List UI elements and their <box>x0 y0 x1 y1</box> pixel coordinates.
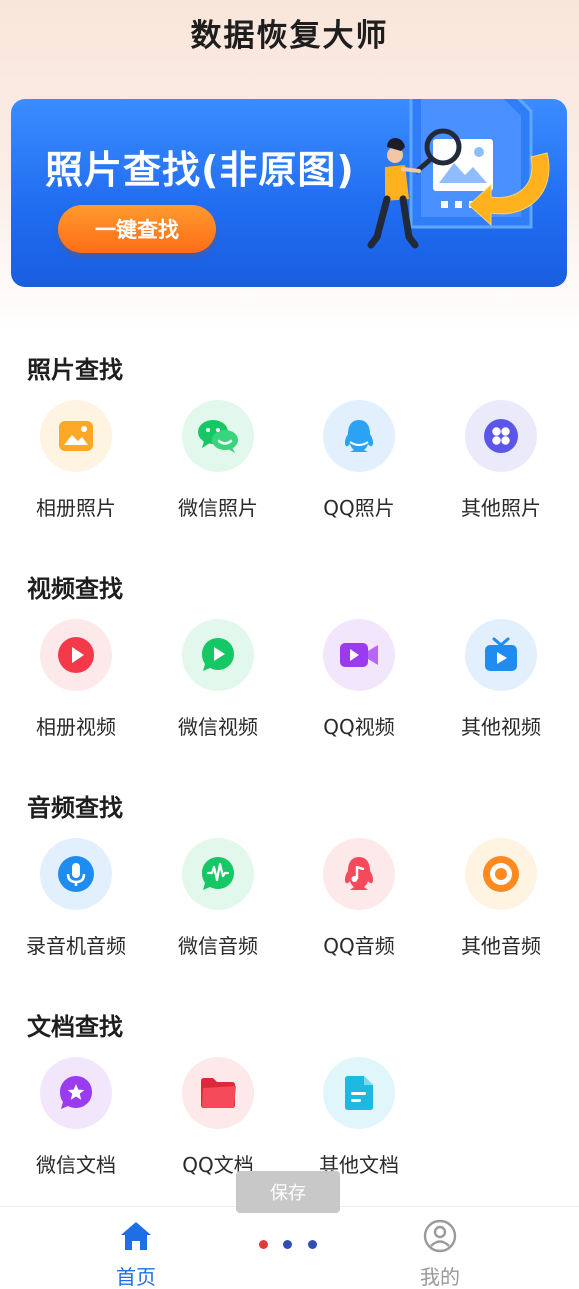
qq-video-label: QQ视频 <box>323 715 395 739</box>
nav-home-label: 首页 <box>116 1265 156 1289</box>
microphone-icon <box>40 838 112 910</box>
section-title-audio: 音频查找 <box>27 794 123 822</box>
video-camera-icon <box>323 619 395 691</box>
promo-banner[interactable]: 照片查找(非原图) 一键查找 <box>11 99 567 287</box>
wechat-video-tile[interactable]: 微信视频 <box>147 619 289 740</box>
wechat-audio-label: 微信音频 <box>178 934 258 958</box>
loading-dots <box>259 1240 323 1250</box>
other-doc-tile[interactable]: 其他文档 <box>288 1057 430 1178</box>
save-toast[interactable]: 保存 <box>236 1171 340 1213</box>
play-icon <box>40 619 112 691</box>
other-photo-label: 其他照片 <box>461 496 541 520</box>
loading-dot <box>308 1240 317 1249</box>
wechat-doc-label: 微信文档 <box>36 1153 116 1177</box>
wechat-video-label: 微信视频 <box>178 715 258 739</box>
qq-photo-label: QQ照片 <box>323 496 395 520</box>
star-chat-icon <box>40 1057 112 1129</box>
disc-icon <box>465 838 537 910</box>
album-photo-tile[interactable]: 相册照片 <box>5 400 147 521</box>
app-screen: 数据恢复大师 照片查找(非原图) 一键查找 照片查找 相册照片 微信照片 QQ照… <box>0 0 579 1289</box>
user-profile-icon <box>423 1219 457 1253</box>
qq-video-tile[interactable]: QQ视频 <box>288 619 430 740</box>
nav-home[interactable]: 首页 <box>76 1219 196 1289</box>
loading-dot <box>259 1240 268 1249</box>
qq-doc-tile[interactable]: QQ文档 <box>147 1057 289 1178</box>
one-click-search-button[interactable]: 一键查找 <box>58 205 216 253</box>
other-video-label: 其他视频 <box>461 715 541 739</box>
wechat-audio-tile[interactable]: 微信音频 <box>147 838 289 959</box>
album-photo-label: 相册照片 <box>36 496 116 520</box>
section-title-photos: 照片查找 <box>27 356 123 384</box>
other-audio-label: 其他音频 <box>461 934 541 958</box>
document-icon <box>323 1057 395 1129</box>
wechat-icon <box>182 400 254 472</box>
wechat-photo-label: 微信照片 <box>178 496 258 520</box>
loading-dot <box>283 1240 292 1249</box>
folder-icon <box>182 1057 254 1129</box>
other-photo-tile[interactable]: 其他照片 <box>430 400 572 521</box>
section-title-documents: 文档查找 <box>27 1013 123 1041</box>
home-icon <box>121 1222 151 1250</box>
phone-search-illustration <box>367 99 550 249</box>
grid-flower-icon <box>465 400 537 472</box>
qq-penguin-icon <box>323 400 395 472</box>
app-title: 数据恢复大师 <box>190 18 389 54</box>
wechat-video-icon <box>182 619 254 691</box>
album-video-tile[interactable]: 相册视频 <box>5 619 147 740</box>
section-title-videos: 视频查找 <box>27 575 123 603</box>
album-photo-icon <box>40 400 112 472</box>
recorder-audio-tile[interactable]: 录音机音频 <box>5 838 147 959</box>
bottom-nav: 首页 我的 <box>0 1206 579 1289</box>
nav-mine-label: 我的 <box>420 1265 460 1289</box>
qq-audio-tile[interactable]: QQ音频 <box>288 838 430 959</box>
other-audio-tile[interactable]: 其他音频 <box>430 838 572 959</box>
wechat-doc-tile[interactable]: 微信文档 <box>5 1057 147 1178</box>
nav-mine[interactable]: 我的 <box>380 1219 500 1289</box>
album-video-label: 相册视频 <box>36 715 116 739</box>
qq-audio-label: QQ音频 <box>323 934 395 958</box>
other-video-tile[interactable]: 其他视频 <box>430 619 572 740</box>
qq-music-icon <box>323 838 395 910</box>
banner-title: 照片查找(非原图) <box>45 148 355 192</box>
wechat-photo-tile[interactable]: 微信照片 <box>147 400 289 521</box>
recorder-audio-label: 录音机音频 <box>26 934 126 958</box>
qq-photo-tile[interactable]: QQ照片 <box>288 400 430 521</box>
tv-icon <box>465 619 537 691</box>
wechat-voice-icon <box>182 838 254 910</box>
